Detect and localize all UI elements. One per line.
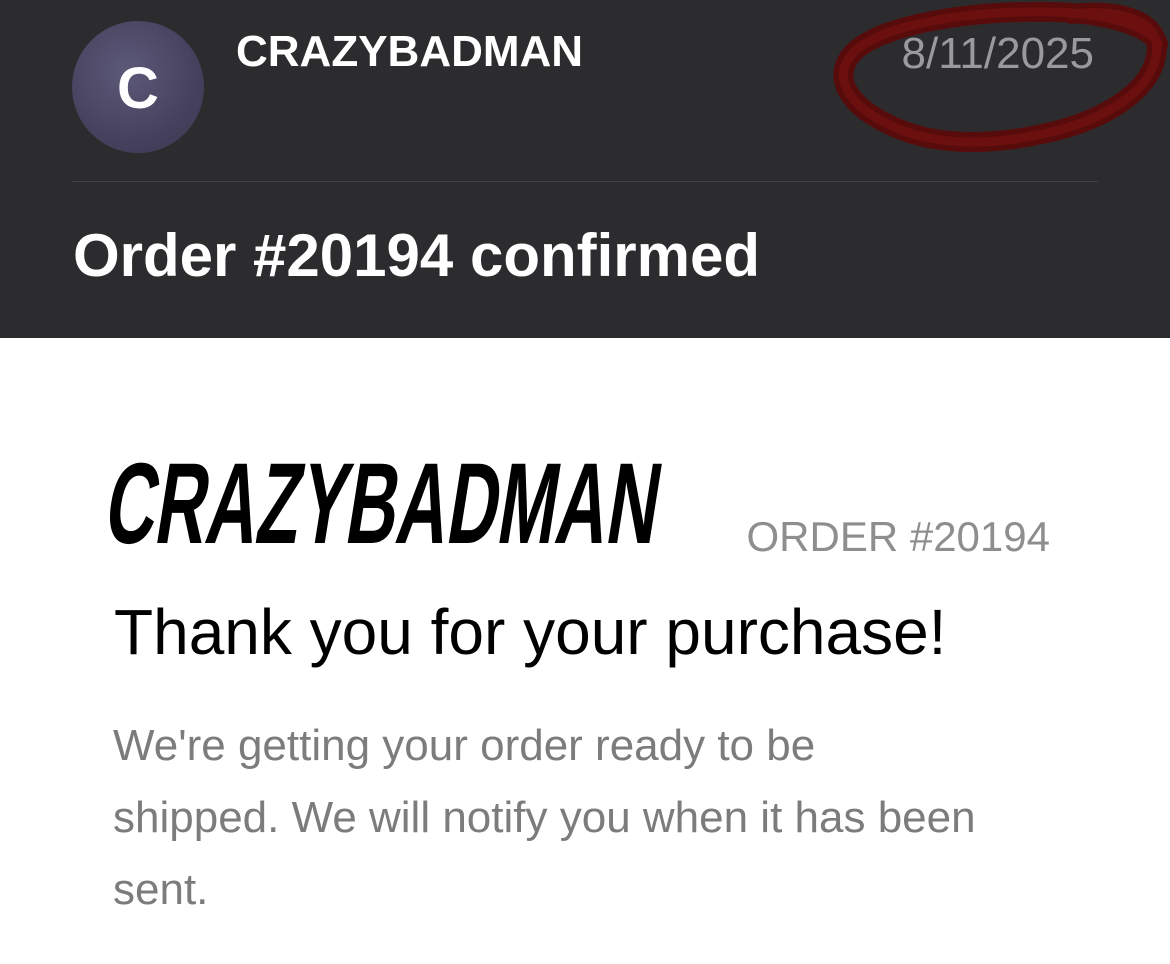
header-divider — [72, 181, 1098, 182]
thank-you-heading: Thank you for your purchase! — [114, 596, 947, 668]
brand-logo-text: CRAZYBADMAN — [108, 438, 664, 556]
email-header: C CRAZYBADMAN 8/11/2025 Order #20194 con… — [0, 0, 1170, 338]
red-circle-annotation-icon — [833, 1, 1168, 152]
sender-name[interactable]: CRAZYBADMAN — [236, 26, 583, 78]
email-subject: Order #20194 confirmed — [73, 222, 760, 289]
brand-logo: CRAZYBADMAN — [98, 430, 670, 567]
order-number: ORDER #20194 — [746, 513, 1051, 560]
sender-avatar[interactable]: C — [72, 21, 204, 153]
shipping-message: We're getting your order ready to be shi… — [113, 721, 976, 914]
brand-logo-wordmark: CRAZYBADMAN — [98, 438, 670, 567]
avatar-initial: C — [117, 56, 159, 121]
